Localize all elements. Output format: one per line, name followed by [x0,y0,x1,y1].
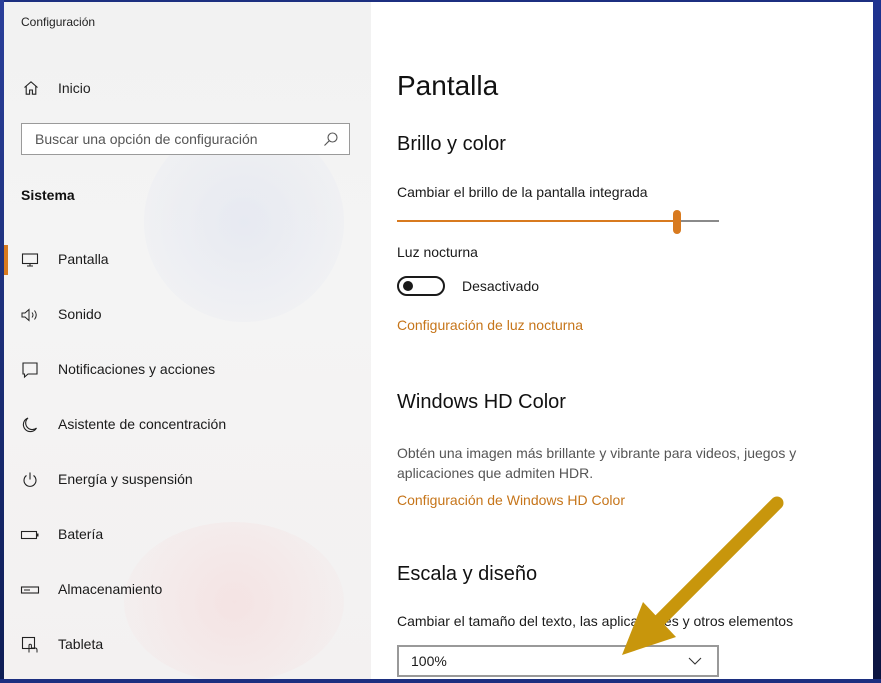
notification-icon [20,360,40,380]
sidebar-item-label: Asistente de concentración [58,416,227,432]
sidebar-item-almacenamiento[interactable]: Almacenamiento [4,570,371,610]
sidebar-item-sonido[interactable]: Sonido [4,295,371,335]
search-icon[interactable] [319,127,343,151]
scale-label: Cambiar el tamaño del texto, las aplicac… [397,613,794,629]
home-icon [21,78,41,98]
brightness-slider-label: Cambiar el brillo de la pantalla integra… [397,184,648,200]
battery-icon [20,525,40,545]
sidebar-item-pantalla[interactable]: Pantalla [4,240,371,280]
search-box[interactable] [21,123,350,155]
power-icon [20,470,40,490]
selection-indicator [4,245,8,275]
night-light-toggle[interactable] [397,276,445,296]
night-light-settings-link[interactable]: Configuración de luz nocturna [397,317,583,333]
storage-icon [20,580,40,600]
main-content: Pantalla Brillo y color Cambiar el brill… [371,2,873,679]
selection-indicator [4,465,8,495]
chevron-down-icon [687,653,703,669]
selection-indicator [4,410,8,440]
selection-indicator [4,575,8,605]
sidebar-item-tableta[interactable]: Tableta [4,625,371,665]
window-title: Configuración [21,15,96,29]
selection-indicator [4,300,8,330]
home-label: Inicio [58,80,91,96]
sidebar-item-asistente[interactable]: Asistente de concentración [4,405,371,445]
sidebar: Configuración Inicio Sistema Pantalla So… [4,2,371,679]
page-title: Pantalla [397,70,499,101]
sidebar-item-label: Pantalla [58,251,109,267]
sidebar-item-label: Notificaciones y acciones [58,361,216,377]
tablet-icon [20,635,40,655]
section-title: Sistema [21,187,75,203]
selection-indicator [4,355,8,385]
hd-color-settings-link[interactable]: Configuración de Windows HD Color [397,492,625,508]
sidebar-item-bateria[interactable]: Batería [4,515,371,555]
brightness-slider[interactable] [397,210,719,234]
desktop-frame-bottom [0,679,881,683]
slider-fill [397,220,677,222]
toggle-knob [403,281,413,291]
slider-thumb[interactable] [673,210,681,234]
monitor-icon [20,250,40,270]
night-light-state: Desactivado [462,278,540,294]
search-input[interactable] [22,124,319,154]
selection-indicator [4,520,8,550]
desktop-frame-right [873,0,881,683]
night-light-label: Luz nocturna [397,244,478,260]
speaker-icon [20,305,40,325]
scale-dropdown[interactable]: 100% [397,645,719,677]
scale-dropdown-value: 100% [411,653,447,669]
hd-color-heading: Windows HD Color [397,391,566,413]
moon-icon [20,415,40,435]
brightness-heading: Brillo y color [397,133,506,155]
sidebar-item-label: Sonido [58,306,102,322]
hd-color-description: Obtén una imagen más brillante y vibrant… [397,445,797,481]
scale-heading: Escala y diseño [397,563,538,585]
sidebar-item-label: Batería [58,526,104,542]
home-nav-item[interactable]: Inicio [21,74,321,102]
selection-indicator [4,630,8,660]
sidebar-item-notificaciones[interactable]: Notificaciones y acciones [4,350,371,390]
sidebar-item-label: Tableta [58,636,104,652]
sidebar-item-label: Energía y suspensión [58,471,193,487]
sidebar-item-label: Almacenamiento [58,581,163,597]
sidebar-item-energia[interactable]: Energía y suspensión [4,460,371,500]
